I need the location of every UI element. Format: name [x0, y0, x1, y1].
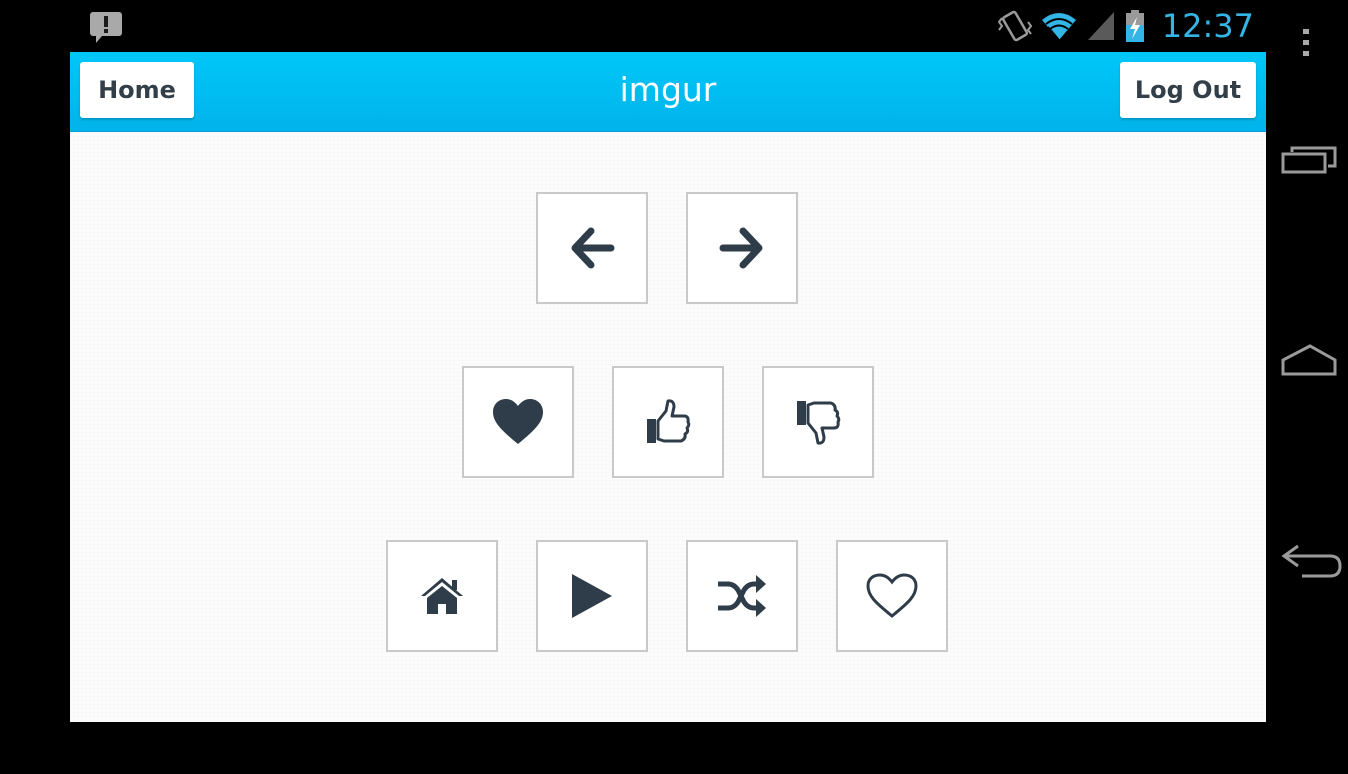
thumbs-up-icon — [647, 399, 691, 443]
upvote-button[interactable] — [612, 366, 724, 478]
arrow-left-icon — [571, 227, 615, 269]
logout-button[interactable]: Log Out — [1120, 62, 1256, 118]
arrow-right-icon — [719, 227, 763, 269]
play-icon — [572, 574, 612, 618]
random-button[interactable] — [686, 540, 798, 652]
app-window: Home imgur Log Out — [70, 52, 1266, 722]
home-tile-button[interactable] — [386, 540, 498, 652]
heart-outline-icon — [866, 573, 918, 618]
overflow-menu-icon[interactable] — [1302, 28, 1310, 58]
next-button[interactable] — [686, 192, 798, 304]
battery-charging-icon — [1124, 9, 1146, 43]
back-icon[interactable] — [1280, 540, 1342, 580]
favorite-button[interactable] — [462, 366, 574, 478]
wifi-icon — [1040, 10, 1078, 42]
device-screen: 12:37 Home imgur Log Out — [0, 0, 1348, 774]
home-icon — [421, 578, 463, 614]
thumbs-down-icon — [797, 401, 841, 445]
status-clock: 12:37 — [1161, 7, 1254, 45]
system-nav-bar — [1266, 0, 1348, 774]
recent-apps-icon[interactable] — [1280, 140, 1340, 180]
home-nav-icon[interactable] — [1280, 340, 1340, 380]
signal-icon — [1086, 10, 1116, 42]
play-button[interactable] — [536, 540, 648, 652]
downvote-button[interactable] — [762, 366, 874, 478]
notification-alert-icon[interactable] — [88, 10, 124, 44]
favorites-button[interactable] — [836, 540, 948, 652]
status-bar: 12:37 — [0, 0, 1266, 52]
previous-button[interactable] — [536, 192, 648, 304]
page-title: imgur — [619, 70, 717, 109]
shuffle-icon — [718, 575, 766, 617]
vibrate-icon — [997, 8, 1032, 44]
app-header: Home imgur Log Out — [70, 52, 1266, 132]
heart-filled-icon — [493, 399, 543, 444]
